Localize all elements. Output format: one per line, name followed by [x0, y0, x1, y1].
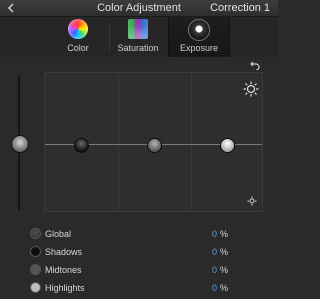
- exposure-icon: [188, 19, 210, 41]
- grid-line: [118, 73, 119, 211]
- global-unit: %: [220, 229, 229, 239]
- global-swatch-icon: [30, 228, 41, 239]
- highlights-label: Highlights: [45, 283, 85, 293]
- saturation-icon: [128, 19, 148, 39]
- highlights-unit: %: [220, 283, 229, 293]
- shadows-label: Shadows: [45, 247, 83, 257]
- global-value[interactable]: 0: [212, 229, 217, 239]
- shadows-puck[interactable]: [74, 138, 89, 153]
- midtones-swatch-icon: [30, 264, 41, 275]
- title-bar: Color Adjustment Correction 1: [0, 0, 278, 17]
- midtones-label: Midtones: [45, 265, 82, 275]
- tab-color[interactable]: Color: [48, 17, 108, 57]
- global-label: Global: [45, 229, 72, 239]
- tab-bar: Color Saturation Exposure: [0, 17, 278, 57]
- highlights-value[interactable]: 0: [212, 283, 217, 293]
- sun-bright-icon: [243, 81, 259, 97]
- tab-exposure-label: Exposure: [179, 43, 219, 53]
- tab-exposure[interactable]: Exposure: [168, 17, 230, 57]
- highlights-swatch-icon: [30, 282, 41, 293]
- reset-icon[interactable]: [250, 60, 260, 70]
- tab-saturation-label: Saturation: [117, 43, 159, 53]
- midtones-value[interactable]: 0: [212, 265, 217, 275]
- global-row[interactable]: Global 0 %: [30, 226, 270, 242]
- highlights-row[interactable]: Highlights 0 %: [30, 280, 270, 296]
- midtones-row[interactable]: Midtones 0 %: [30, 262, 270, 278]
- global-slider-knob[interactable]: [11, 135, 29, 153]
- correction-name[interactable]: Correction 1: [210, 2, 270, 14]
- midtones-puck[interactable]: [147, 138, 162, 153]
- color-wheel-icon: [68, 19, 88, 39]
- shadows-value[interactable]: 0: [212, 247, 217, 257]
- shadows-unit: %: [220, 247, 229, 257]
- midtones-unit: %: [220, 265, 229, 275]
- shadows-swatch-icon: [30, 246, 41, 257]
- sun-dim-icon: [247, 196, 257, 206]
- tab-saturation[interactable]: Saturation: [108, 17, 168, 57]
- shadows-row[interactable]: Shadows 0 %: [30, 244, 270, 260]
- exposure-graph[interactable]: [44, 72, 263, 212]
- grid-line: [191, 73, 192, 211]
- tab-color-label: Color: [67, 43, 89, 53]
- highlights-puck[interactable]: [220, 138, 235, 153]
